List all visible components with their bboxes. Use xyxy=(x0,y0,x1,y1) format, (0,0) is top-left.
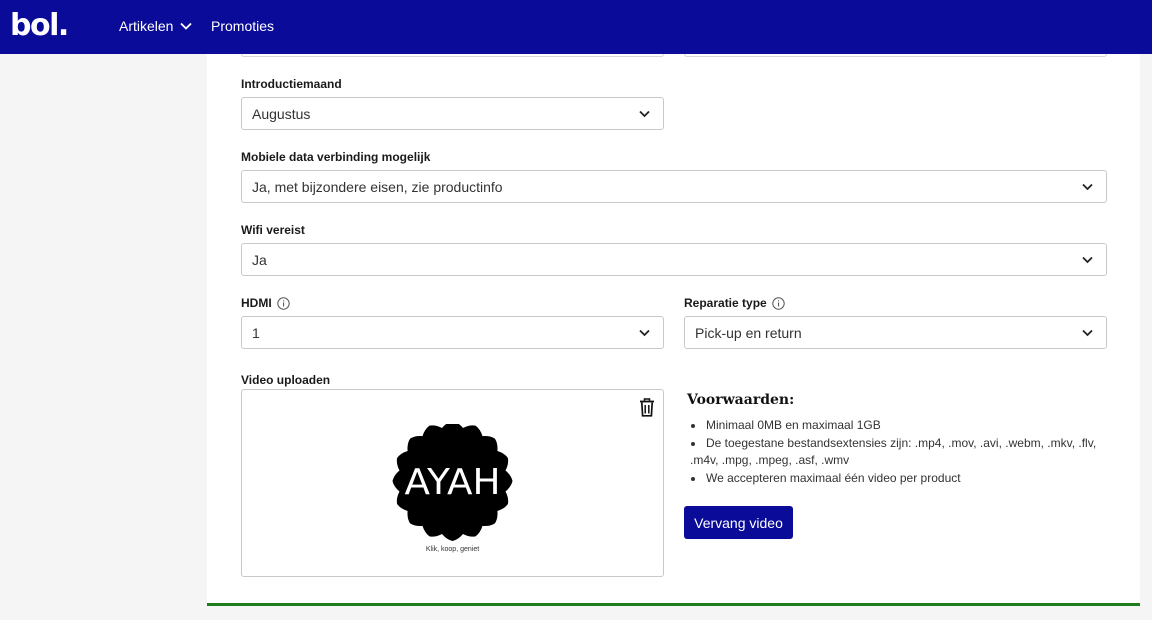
info-icon[interactable] xyxy=(772,296,785,310)
chevron-down-icon xyxy=(1082,329,1093,337)
replace-video-button[interactable]: Vervang video xyxy=(684,506,793,539)
trash-icon[interactable] xyxy=(639,398,655,417)
nav-artikelen[interactable]: Artikelen xyxy=(119,17,193,35)
chevron-down-icon xyxy=(180,22,193,30)
wifi-select[interactable]: Ja xyxy=(241,243,1107,276)
previous-field-bottom-left xyxy=(241,54,664,57)
wifi-label: Wifi vereist xyxy=(241,223,305,237)
hdmi-label: HDMI xyxy=(241,296,290,310)
ayah-logo: AYAH xyxy=(392,421,513,541)
terms-list: Minimaal 0MB en maximaal 1GB De toegesta… xyxy=(690,417,1115,487)
mobiele-data-value: Ja, met bijzondere eisen, zie productinf… xyxy=(252,179,503,195)
mobiele-data-label: Mobiele data verbinding mogelijk xyxy=(241,150,430,164)
hdmi-select[interactable]: 1 xyxy=(241,316,664,349)
video-upload-box[interactable]: AYAH Klik, koop, geniet xyxy=(241,389,664,577)
chevron-down-icon xyxy=(639,329,650,337)
nav-promoties-label: Promoties xyxy=(211,18,275,34)
wifi-label-text: Wifi vereist xyxy=(241,223,305,237)
thumbnail-caption: Klik, koop, geniet xyxy=(425,546,480,553)
reparatie-value: Pick-up en return xyxy=(695,325,802,341)
video-thumbnail: AYAH Klik, koop, geniet xyxy=(390,421,515,554)
info-icon[interactable] xyxy=(276,296,290,310)
wifi-value: Ja xyxy=(252,252,267,268)
chevron-down-icon xyxy=(1082,183,1093,191)
hdmi-label-text: HDMI xyxy=(241,296,272,310)
video-upload-label-text: Video uploaden xyxy=(241,373,331,387)
reparatie-label: Reparatie type xyxy=(684,296,785,310)
nav-artikelen-label: Artikelen xyxy=(119,18,174,34)
reparatie-label-text: Reparatie type xyxy=(684,296,767,310)
previous-field-bottom-right xyxy=(684,54,1107,57)
terms-item: De toegestane bestandsextensies zijn: .m… xyxy=(690,435,1115,470)
terms-item: Minimaal 0MB en maximaal 1GB xyxy=(690,417,1115,435)
chevron-down-icon xyxy=(639,110,650,118)
terms-title: Voorwaarden: xyxy=(687,392,795,408)
ayah-logo-text: AYAH xyxy=(405,462,501,503)
mobiele-data-select[interactable]: Ja, met bijzondere eisen, zie productinf… xyxy=(241,170,1107,203)
introductiemaand-value: Augustus xyxy=(252,106,311,122)
mobiele-data-label-text: Mobiele data verbinding mogelijk xyxy=(241,150,431,164)
video-upload-label: Video uploaden xyxy=(241,373,330,387)
terms-item: We accepteren maximaal één video per pro… xyxy=(690,470,1115,488)
introductiemaand-label: Introductiemaand xyxy=(241,77,342,91)
hdmi-value: 1 xyxy=(252,325,260,341)
bol-logo[interactable]: bol. xyxy=(10,8,69,44)
introductiemaand-label-text: Introductiemaand xyxy=(241,77,342,91)
chevron-down-icon xyxy=(1082,256,1093,264)
reparatie-select[interactable]: Pick-up en return xyxy=(684,316,1107,349)
section-bottom-line xyxy=(207,603,1140,606)
top-navigation-bar: bol. Artikelen Promoties xyxy=(0,0,1152,54)
introductiemaand-select[interactable]: Augustus xyxy=(241,97,664,130)
nav-promoties[interactable]: Promoties xyxy=(211,17,274,35)
